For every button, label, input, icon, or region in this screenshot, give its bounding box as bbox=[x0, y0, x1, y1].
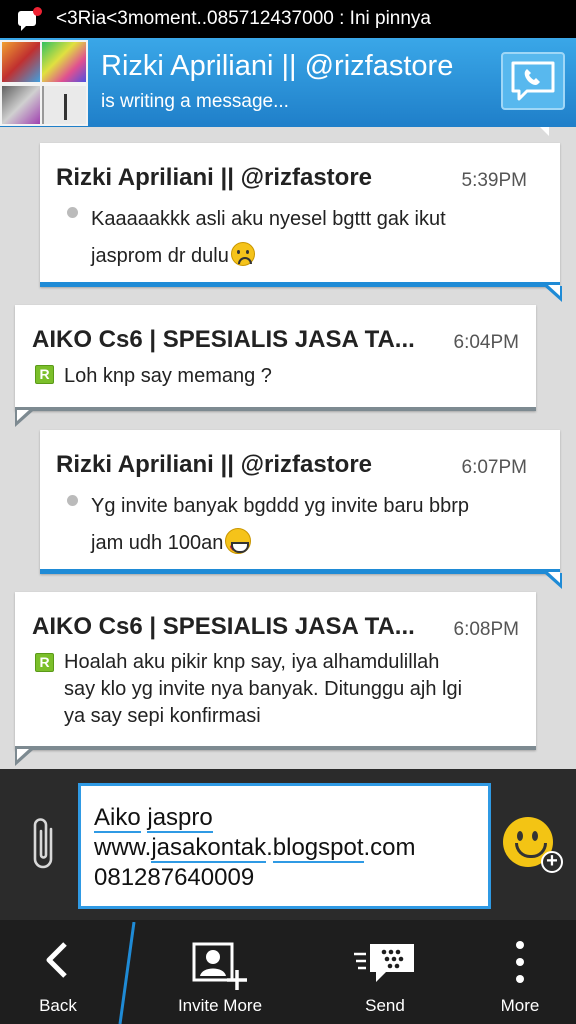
contact-status: is writing a message... bbox=[101, 91, 289, 112]
message-text: Hoalah aku pikir knp say, iya alhamdulil… bbox=[64, 651, 463, 727]
message-text: Kaaaaakkk asli aku nyesel bgttt gak ikut… bbox=[91, 208, 446, 267]
action-bar: Back Invite More Send More bbox=[0, 920, 576, 1024]
invite-more-button[interactable]: Invite More bbox=[160, 920, 280, 1024]
message-text: Loh knp say memang ? bbox=[64, 365, 272, 387]
heart-eyes-emoji bbox=[225, 528, 252, 567]
chat-header: Rizki Apriliani || @rizfastore is writin… bbox=[0, 38, 576, 127]
message-sender: AIKO Cs6 | SPESIALIS JASA TA... bbox=[32, 326, 415, 353]
message-time: 6:07PM bbox=[461, 457, 527, 478]
contact-name[interactable]: Rizki Apriliani || @rizfastore bbox=[101, 50, 453, 83]
emoticon-button[interactable]: + bbox=[503, 817, 563, 875]
contact-avatar[interactable] bbox=[0, 40, 88, 126]
message-bubble-incoming[interactable]: Rizki Apriliani || @rizfastore 5:39PM Ka… bbox=[40, 143, 562, 302]
status-bar: <3Ria<3moment..085712437000 : Ini pinnya bbox=[0, 0, 576, 38]
voice-call-button[interactable] bbox=[501, 52, 565, 110]
compose-bar: Aiko jaspro www.jasakontak.blogspot.com … bbox=[0, 769, 576, 920]
notification-text[interactable]: <3Ria<3moment..085712437000 : Ini pinnya bbox=[56, 8, 431, 30]
voice-call-icon bbox=[511, 61, 555, 101]
bbm-notification-icon[interactable] bbox=[18, 7, 42, 31]
message-bubble-incoming[interactable]: Rizki Apriliani || @rizfastore 6:07PM Yg… bbox=[40, 430, 562, 589]
attach-button[interactable] bbox=[24, 814, 64, 874]
back-arrow-icon bbox=[46, 942, 67, 978]
more-button[interactable]: More bbox=[470, 920, 570, 1024]
paperclip-icon bbox=[33, 818, 53, 869]
sad-face-emoji bbox=[230, 242, 255, 266]
message-sender: Rizki Apriliani || @rizfastore bbox=[56, 451, 373, 478]
delivery-dot bbox=[67, 495, 78, 506]
delivery-dot bbox=[67, 207, 78, 218]
message-time: 6:08PM bbox=[453, 619, 519, 640]
message-text: Yg invite banyak bgddd yg invite baru bb… bbox=[91, 488, 469, 567]
send-bbm-icon bbox=[354, 944, 414, 982]
message-bubble-outgoing[interactable]: AIKO Cs6 | SPESIALIS JASA TA... 6:08PM R… bbox=[15, 592, 536, 766]
message-sender: AIKO Cs6 | SPESIALIS JASA TA... bbox=[32, 613, 415, 640]
previous-bubble-tail bbox=[540, 127, 549, 136]
message-bubble-outgoing[interactable]: AIKO Cs6 | SPESIALIS JASA TA... 6:04PM R… bbox=[15, 305, 536, 427]
message-input[interactable]: Aiko jaspro www.jasakontak.blogspot.com … bbox=[78, 783, 491, 909]
message-time: 5:39PM bbox=[461, 170, 527, 191]
send-button[interactable]: Send bbox=[330, 920, 440, 1024]
read-receipt-icon: R bbox=[35, 365, 54, 384]
invite-contact-icon bbox=[192, 942, 247, 990]
conversation-list[interactable]: Rizki Apriliani || @rizfastore 5:39PM Ka… bbox=[0, 127, 576, 769]
back-button[interactable]: Back bbox=[0, 920, 116, 1024]
message-time: 6:04PM bbox=[453, 332, 519, 353]
back-divider bbox=[118, 922, 136, 1024]
message-sender: Rizki Apriliani || @rizfastore bbox=[56, 164, 373, 191]
more-dots-icon bbox=[516, 941, 524, 983]
plus-icon: + bbox=[541, 851, 563, 873]
read-receipt-icon: R bbox=[35, 653, 54, 672]
